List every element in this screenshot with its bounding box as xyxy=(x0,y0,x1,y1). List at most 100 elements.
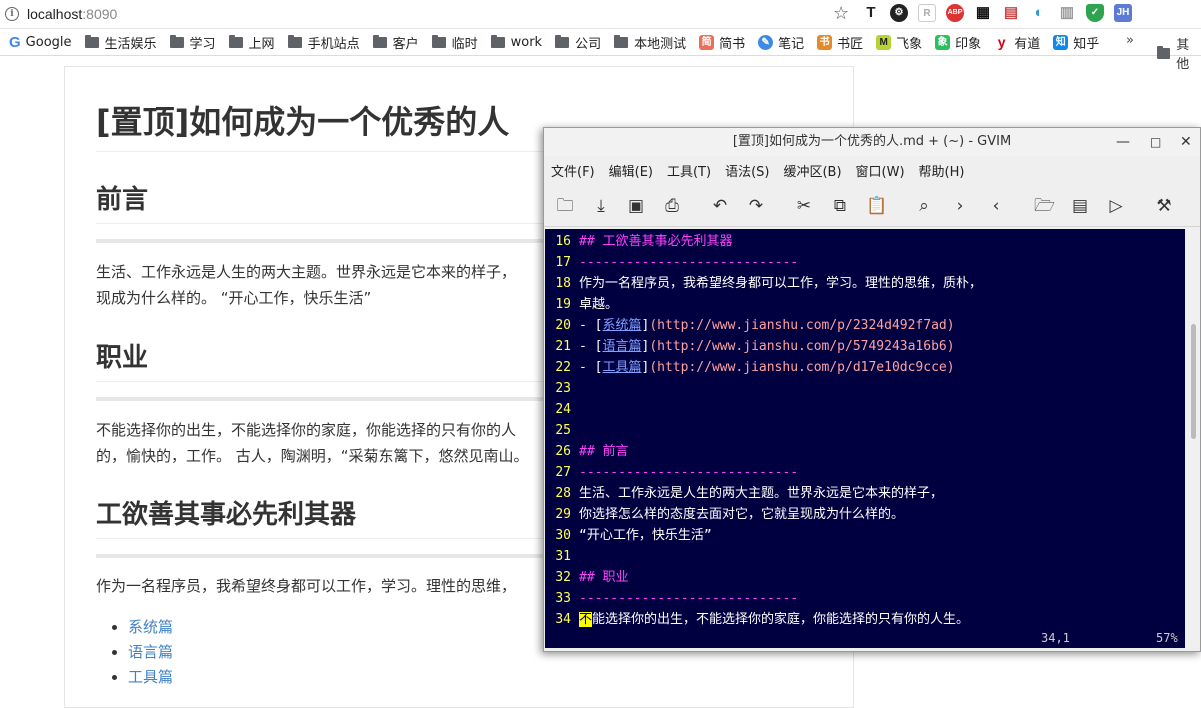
bookmark-folder-work[interactable]: work xyxy=(490,34,543,50)
address-bar[interactable]: i localhost:8090 ☆ T ⚙ R ABP ▦ ▤ ◐ ▥ ✓ J… xyxy=(0,0,1201,29)
url-text[interactable]: localhost:8090 xyxy=(27,6,117,22)
bookmark-google[interactable]: G Google xyxy=(9,34,72,51)
run-script-icon[interactable]: ▷ xyxy=(1106,196,1126,216)
editor-line[interactable]: 26 ## 前言 xyxy=(545,441,628,462)
line-text: ---------------------------- xyxy=(579,465,799,480)
cut-icon[interactable]: ✂ xyxy=(794,196,814,216)
bookmark-folder-localtest[interactable]: 本地测试 xyxy=(614,33,686,52)
bookmark-youdao[interactable]: y 有道 xyxy=(994,33,1040,52)
save-as-icon[interactable]: ⤓ xyxy=(591,196,611,216)
menu-edit[interactable]: 编辑(E) xyxy=(609,161,653,180)
editor-line[interactable]: 29 你选择怎么样的态度去面对它，它就呈现成为什么样的。 xyxy=(545,504,904,525)
paste-icon[interactable]: 📋 xyxy=(866,196,887,216)
menu-syntax[interactable]: 语法(S) xyxy=(725,161,769,180)
line-number: 34 xyxy=(555,612,571,627)
save-session-icon[interactable]: ▤ xyxy=(1070,196,1090,216)
editor-line[interactable]: 27 ---------------------------- xyxy=(545,462,798,483)
qrcode-extension-icon[interactable]: ▦ xyxy=(974,4,992,22)
bookmark-feixiang[interactable]: M 飞象 xyxy=(876,33,922,52)
redo-icon[interactable]: ↷ xyxy=(746,196,766,216)
link-tools[interactable]: 工具篇 xyxy=(128,668,173,686)
copy-icon[interactable]: ⧉ xyxy=(830,196,850,216)
readability-extension-icon[interactable]: R xyxy=(918,4,936,22)
gvim-menubar: 文件(F) 编辑(E) 工具(T) 语法(S) 缓冲区(B) 窗口(W) 帮助(… xyxy=(544,158,1200,182)
bookmark-folder-other[interactable]: 其他 xyxy=(1157,34,1201,72)
bookmark-note[interactable]: ✎ 笔记 xyxy=(758,33,804,52)
folder-icon xyxy=(228,34,243,48)
editor-line[interactable]: 23 xyxy=(545,378,579,399)
link-system[interactable]: 系统篇 xyxy=(128,618,173,636)
menu-help[interactable]: 帮助(H) xyxy=(919,161,965,180)
editor-line[interactable]: 17 ---------------------------- xyxy=(545,252,798,273)
print-icon[interactable]: ⎙ xyxy=(662,196,682,216)
vim-scrollbar[interactable] xyxy=(1187,229,1200,648)
menu-window[interactable]: 窗口(W) xyxy=(856,161,905,180)
minimize-icon[interactable]: — xyxy=(1116,128,1130,156)
window-extension-icon[interactable]: ▥ xyxy=(1058,4,1076,22)
editor-line[interactable]: 22- [工具篇](http://www.jianshu.com/p/d17e1… xyxy=(545,357,954,378)
bookmark-label: 上网 xyxy=(248,36,275,52)
vim-editor[interactable]: 34 不能选择你的出生，不能选择你的家庭，你能选择的只有你的人生。 33 ------… xyxy=(545,229,1185,648)
shield-extension-icon[interactable]: ✓ xyxy=(1086,4,1104,22)
editor-line[interactable]: 28 生活、工作永远是人生的两大主题。世界永远是它本来的样子， xyxy=(545,483,943,504)
text-extension-icon[interactable]: T xyxy=(862,4,880,22)
gvim-window[interactable]: [置顶]如何成为一个优秀的人.md + (~) - GVIM — □ ✕ 文件(… xyxy=(543,127,1201,652)
editor-line[interactable]: 19 卓越。 xyxy=(545,294,618,315)
bookmark-folder-company[interactable]: 公司 xyxy=(555,33,601,52)
link-language[interactable]: 语言篇 xyxy=(128,643,173,661)
bookmark-shujiang[interactable]: 书书匠 xyxy=(817,33,863,52)
close-icon[interactable]: ✕ xyxy=(1180,128,1192,156)
settings-extension-icon[interactable]: ⚙ xyxy=(890,4,908,22)
more-bookmarks-icon[interactable]: » xyxy=(1126,33,1134,48)
dict-extension-icon[interactable]: ◐ xyxy=(1030,4,1048,22)
bookmark-folder-study[interactable]: 学习 xyxy=(169,33,216,52)
maximize-icon[interactable]: □ xyxy=(1150,128,1161,156)
window-title: [置顶]如何成为一个优秀的人.md + (~) - GVIM xyxy=(732,134,1012,149)
find-next-icon[interactable]: › xyxy=(950,196,970,216)
scrollbar-thumb[interactable] xyxy=(1191,324,1196,439)
editor-line[interactable]: 32 ## 职业 xyxy=(545,567,628,588)
editor-line[interactable]: 18 作为一名程序员，我希望终身都可以工作，学习。理性的思维，质朴， xyxy=(545,273,982,294)
line-text: 你选择怎么样的态度去面对它，它就呈现成为什么样的。 xyxy=(579,507,905,522)
zhihu-icon: 知 xyxy=(1053,34,1069,50)
bookmark-folder-mobile[interactable]: 手机站点 xyxy=(287,33,360,52)
info-icon[interactable]: i xyxy=(5,7,19,21)
editor-line[interactable]: 31 xyxy=(545,546,579,567)
bookmark-folder-web[interactable]: 上网 xyxy=(228,33,275,52)
line-number: 22 xyxy=(555,360,571,375)
bookmark-jianshu[interactable]: 简简书 xyxy=(699,33,745,52)
editor-line[interactable]: 30 “开心工作，快乐生活” xyxy=(545,525,711,546)
bookmark-folder-temp[interactable]: 临时 xyxy=(431,33,478,52)
bookmark-evernote[interactable]: 象印象 xyxy=(935,33,981,52)
bookmark-folder-client[interactable]: 客户 xyxy=(372,33,419,52)
undo-icon[interactable]: ↶ xyxy=(710,196,730,216)
jh-extension-icon[interactable]: JH xyxy=(1114,4,1132,22)
bookmark-zhihu[interactable]: 知知乎 xyxy=(1053,33,1099,52)
line-number: 30 xyxy=(555,528,571,543)
editor-line[interactable]: 20- [系统篇](http://www.jianshu.com/p/2324d… xyxy=(545,315,954,336)
menu-tools[interactable]: 工具(T) xyxy=(667,161,711,180)
gvim-titlebar[interactable]: [置顶]如何成为一个优秀的人.md + (~) - GVIM xyxy=(544,128,1200,156)
editor-line[interactable]: 21- [语言篇](http://www.jianshu.com/p/57492… xyxy=(545,336,954,357)
bookmark-star-icon[interactable]: ☆ xyxy=(833,3,849,24)
save-icon[interactable]: ▣ xyxy=(626,196,646,216)
line-text: 能选择你的出生，不能选择你的家庭，你能选择的只有你的人生。 xyxy=(592,612,970,627)
menu-buffers[interactable]: 缓冲区(B) xyxy=(783,161,841,180)
editor-line[interactable]: 16 ## 工欲善其事必先利其器 xyxy=(545,231,732,252)
editor-line[interactable]: 25 xyxy=(545,420,579,441)
calendar-extension-icon[interactable]: ▤ xyxy=(1002,4,1020,22)
folder-icon xyxy=(490,34,505,48)
bookmark-label: work xyxy=(510,34,543,50)
evernote-icon: 象 xyxy=(935,34,951,50)
editor-line[interactable]: 34 不能选择你的出生，不能选择你的家庭，你能选择的只有你的人生。 xyxy=(545,609,969,630)
make-icon[interactable]: ⚒ xyxy=(1154,196,1174,216)
adblock-extension-icon[interactable]: ABP xyxy=(946,4,964,22)
editor-line[interactable]: 33 ---------------------------- xyxy=(545,588,798,609)
editor-line[interactable]: 24 xyxy=(545,399,579,420)
menu-file[interactable]: 文件(F) xyxy=(551,161,595,180)
load-session-icon[interactable]: 🗁 xyxy=(1034,196,1055,216)
bookmark-folder-life[interactable]: 生活娱乐 xyxy=(84,33,157,52)
find-icon[interactable]: ⌕ xyxy=(914,196,934,216)
find-prev-icon[interactable]: ‹ xyxy=(986,196,1006,216)
open-folder-icon[interactable]: 🗀 xyxy=(555,196,575,216)
